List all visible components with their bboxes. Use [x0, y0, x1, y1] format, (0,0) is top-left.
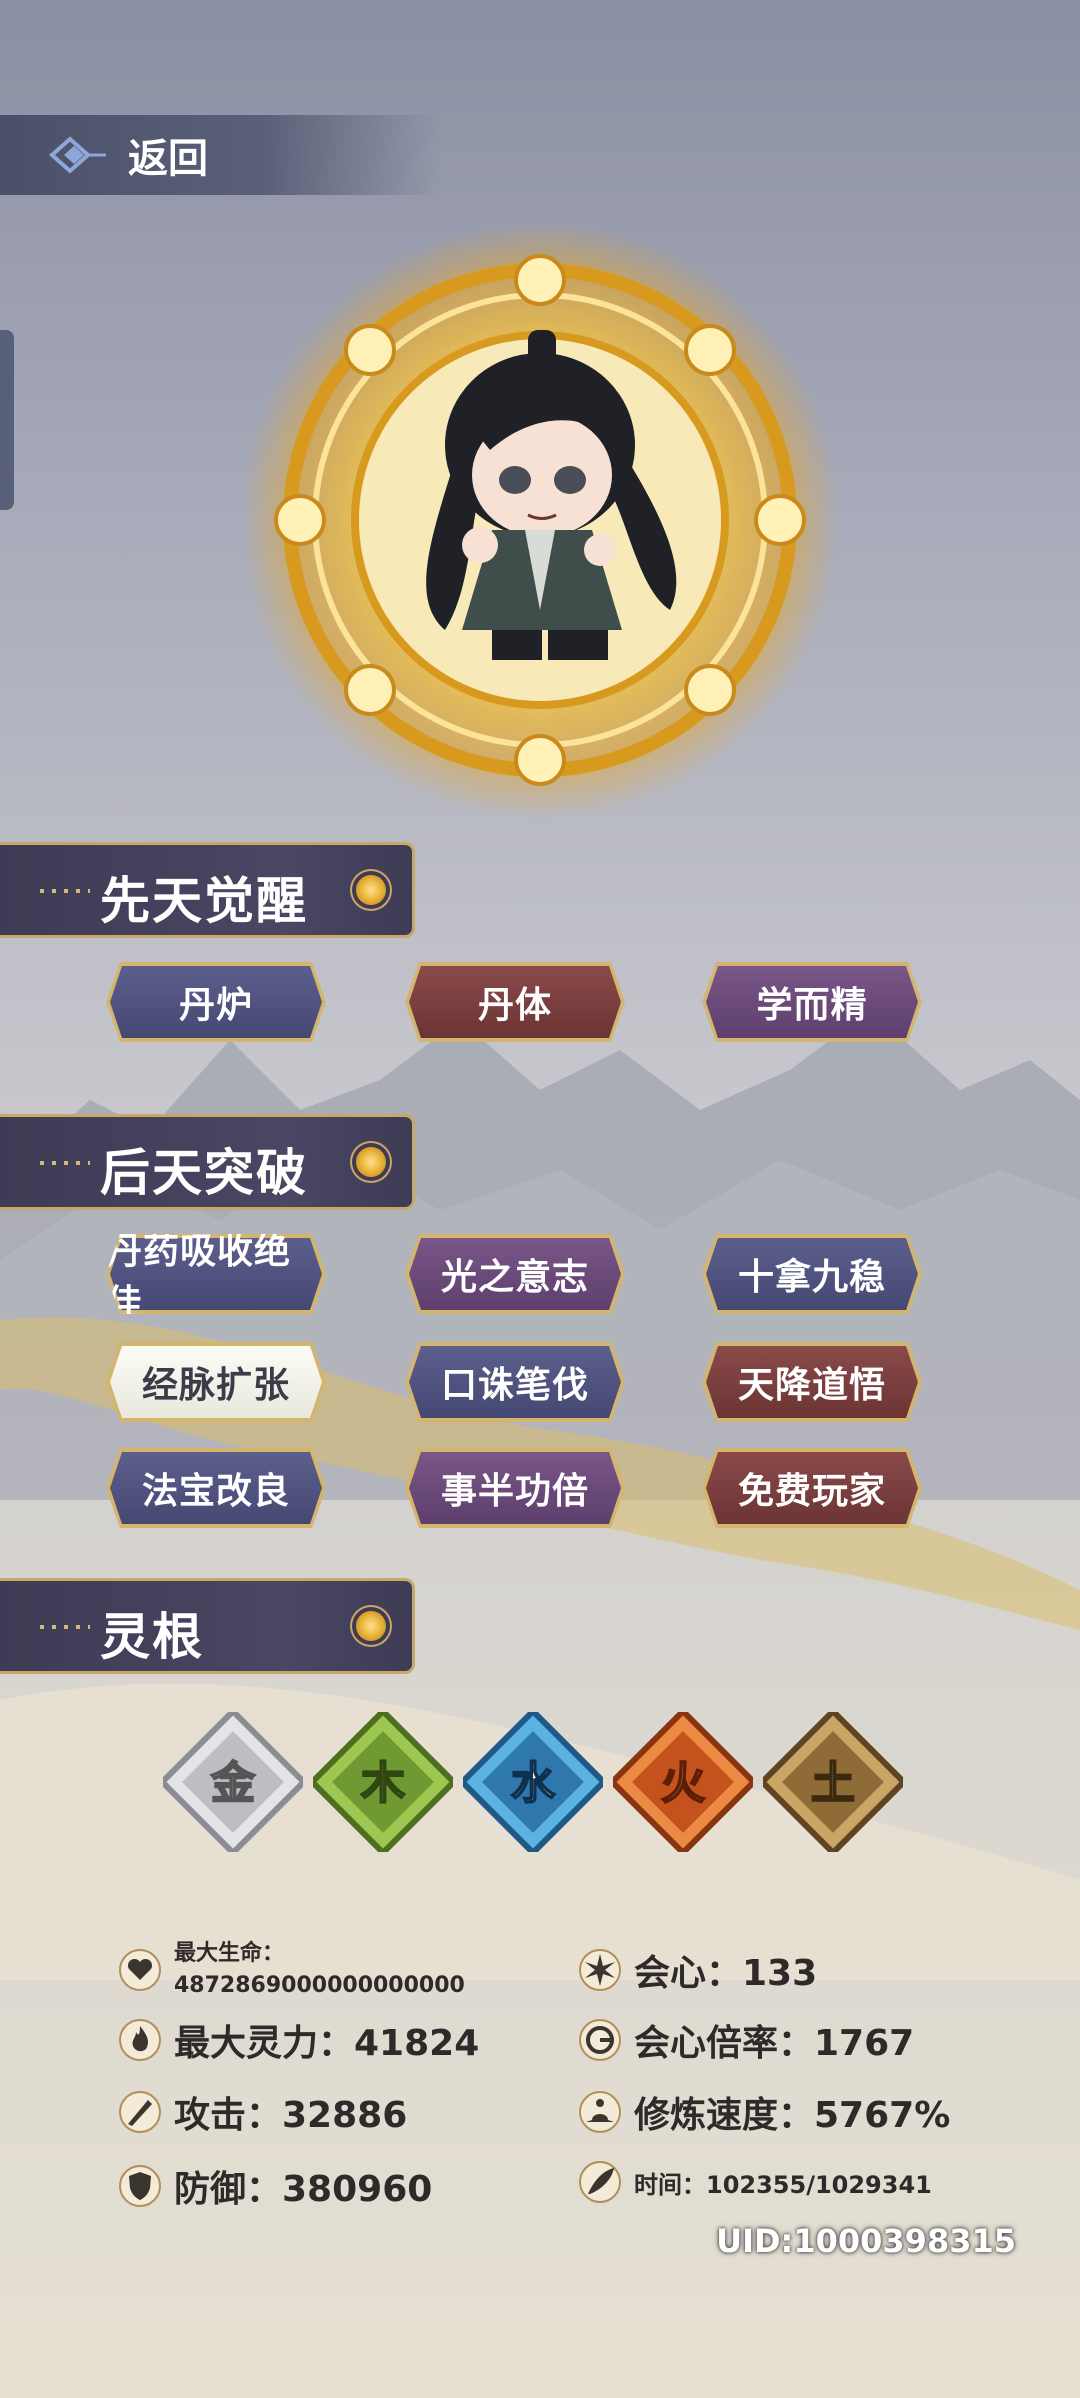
defense-text: 防御：380960	[174, 2169, 433, 2210]
flame-icon	[119, 2019, 161, 2061]
section-acquired-title: 后天突破	[100, 1144, 308, 1202]
uid-label: UID:1000398315	[716, 2222, 1016, 2260]
section-spirit-roots: 灵根	[0, 1578, 415, 1674]
root-fire-icon[interactable]: 火	[613, 1712, 753, 1852]
side-drawer-handle[interactable]	[0, 330, 14, 510]
acquired-tag[interactable]: 天降道悟	[702, 1342, 922, 1422]
svg-text:金: 金	[210, 1758, 256, 1809]
crit-mult-text: 会心倍率：1767	[634, 2023, 915, 2064]
acquired-tag[interactable]: 口诛笔伐	[405, 1342, 625, 1422]
root-water-icon[interactable]: 水	[463, 1712, 603, 1852]
innate-tag[interactable]: 丹炉	[106, 962, 326, 1042]
crit-text: 会心：133	[634, 1953, 818, 1994]
stat-cultivation-speed: 修炼速度：5767%	[578, 2086, 950, 2138]
burst-icon	[579, 1949, 621, 1991]
section-roots-title: 灵根	[100, 1608, 204, 1666]
acquired-tag[interactable]: 法宝改良	[106, 1448, 326, 1528]
svg-text:水: 水	[511, 1758, 556, 1809]
stat-defense: 防御：380960	[118, 2160, 432, 2212]
stat-time: 时间：102355/1029341	[578, 2160, 932, 2204]
shield-icon	[119, 2165, 161, 2207]
max-hp-value: 4872869000000000000	[174, 1973, 465, 1998]
acquired-tag-selected[interactable]: 经脉扩张	[106, 1342, 326, 1422]
stat-max-hp: 最大生命： 4872869000000000000	[118, 1938, 465, 2002]
stat-attack: 攻击：32886	[118, 2086, 407, 2138]
stat-max-mana: 最大灵力：41824	[118, 2014, 479, 2066]
back-button[interactable]: 返回	[0, 115, 440, 195]
svg-text:土: 土	[811, 1758, 855, 1809]
root-metal-icon[interactable]: 金	[163, 1712, 303, 1852]
attack-text: 攻击：32886	[174, 2095, 408, 2136]
heart-icon	[119, 1949, 161, 1991]
acquired-tag[interactable]: 十拿九稳	[702, 1234, 922, 1314]
character-portrait-emblem	[240, 220, 840, 820]
innate-tag[interactable]: 丹体	[405, 962, 625, 1042]
back-label: 返回	[128, 136, 208, 182]
max-mana-text: 最大灵力：41824	[174, 2023, 480, 2064]
gold-orb-icon	[356, 1147, 386, 1177]
acquired-tag[interactable]: 光之意志	[405, 1234, 625, 1314]
back-arrow-icon	[48, 136, 106, 174]
feather-icon	[579, 2161, 621, 2203]
section-innate-awakening: 先天觉醒	[0, 842, 415, 938]
svg-text:火: 火	[661, 1758, 705, 1809]
stat-crit: 会心：133	[578, 1944, 817, 1996]
svg-text:木: 木	[361, 1758, 405, 1809]
max-hp-label: 最大生命：	[174, 1941, 285, 1966]
cultivation-speed-text: 修炼速度：5767%	[634, 2095, 951, 2136]
acquired-tag[interactable]: 事半功倍	[405, 1448, 625, 1528]
acquired-tag[interactable]: 丹药吸收绝佳	[106, 1234, 326, 1314]
root-earth-icon[interactable]: 土	[763, 1712, 903, 1852]
crescent-icon	[579, 2019, 621, 2061]
gold-orb-icon	[356, 1611, 386, 1641]
root-wood-icon[interactable]: 木	[313, 1712, 453, 1852]
section-innate-title: 先天觉醒	[100, 872, 308, 930]
time-text: 时间：102355/1029341	[634, 2170, 932, 2199]
meditate-icon	[579, 2091, 621, 2133]
innate-tag[interactable]: 学而精	[702, 962, 922, 1042]
section-acquired-breakthrough: 后天突破	[0, 1114, 415, 1210]
brush-sword-icon	[119, 2091, 161, 2133]
acquired-tag[interactable]: 免费玩家	[702, 1448, 922, 1528]
stat-crit-mult: 会心倍率：1767	[578, 2014, 914, 2066]
gold-orb-icon	[356, 875, 386, 905]
